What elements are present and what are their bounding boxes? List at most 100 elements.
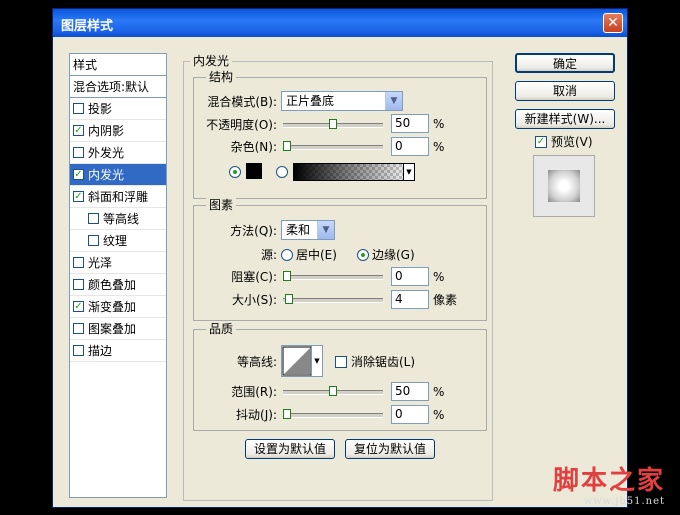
style-list-item[interactable]: 描边 [70, 340, 166, 362]
cancel-button[interactable]: 取消 [515, 81, 615, 101]
reset-default-button[interactable]: 复位为默认值 [345, 439, 435, 459]
noise-input[interactable]: 0 [391, 137, 429, 156]
style-list-item[interactable]: 投影 [70, 98, 166, 120]
style-checkbox[interactable] [73, 257, 84, 268]
size-unit: 像素 [433, 293, 458, 307]
noise-unit: % [433, 140, 445, 154]
choke-input[interactable]: 0 [391, 267, 429, 286]
choke-slider-thumb[interactable] [283, 271, 291, 281]
blend-mode-value: 正片叠底 [286, 94, 335, 108]
contour-label: 等高线: [236, 355, 277, 369]
source-center-label[interactable]: 居中(E) [296, 247, 337, 263]
preview-checkbox[interactable]: ✓ [535, 136, 547, 148]
style-list-header[interactable]: 样式 [70, 54, 166, 76]
size-input[interactable]: 4 [391, 290, 429, 309]
size-slider-thumb[interactable] [285, 294, 293, 304]
contour-picker[interactable]: ▼ [281, 345, 323, 377]
blend-options-item[interactable]: 混合选项:默认 [70, 76, 166, 98]
style-list-item[interactable]: ✓ 渐变叠加 [70, 296, 166, 318]
style-checkbox[interactable]: ✓ [73, 301, 84, 312]
style-list-item[interactable]: ✓ 斜面和浮雕 [70, 186, 166, 208]
style-checkbox[interactable] [73, 103, 84, 114]
style-list-item-label: 等高线 [103, 212, 140, 226]
solid-color-radio[interactable] [229, 166, 241, 178]
method-select[interactable]: 柔和 ▼ [281, 220, 335, 240]
jitter-slider-thumb[interactable] [283, 409, 291, 419]
style-list-item[interactable]: 光泽 [70, 252, 166, 274]
ok-button[interactable]: 确定 [515, 53, 615, 73]
glow-color-swatch[interactable] [246, 163, 262, 179]
style-checkbox[interactable]: ✓ [73, 169, 84, 180]
chevron-down-icon: ▼ [317, 221, 334, 239]
range-label: 范围(R): [231, 385, 277, 399]
choke-label: 阻塞(C): [231, 270, 277, 284]
style-checkbox[interactable]: ✓ [73, 125, 84, 136]
size-label: 大小(S): [231, 293, 277, 307]
antialias-label[interactable]: 消除锯齿(L) [351, 354, 415, 370]
style-list-item[interactable]: ✓ 内发光 [70, 164, 166, 186]
choke-unit: % [433, 270, 445, 284]
opacity-slider-thumb[interactable] [329, 119, 337, 129]
new-style-button[interactable]: 新建样式(W)... [515, 109, 615, 129]
close-button[interactable]: ✕ [603, 13, 623, 33]
jitter-label: 抖动(J): [236, 408, 277, 422]
source-edge-label[interactable]: 边缘(G) [372, 247, 415, 263]
style-preview [533, 155, 595, 217]
title-bar[interactable]: 图层样式 ✕ [53, 9, 627, 37]
range-slider-thumb[interactable] [329, 386, 337, 396]
opacity-unit: % [433, 117, 445, 131]
style-checkbox[interactable] [88, 213, 99, 224]
opacity-label: 不透明度(O): [206, 118, 277, 132]
watermark: 脚本之家 www.jb51.net [553, 466, 665, 507]
style-list-item-label: 外发光 [88, 146, 125, 160]
style-list-item[interactable]: 纹理 [70, 230, 166, 252]
panel-title: 内发光 [190, 54, 233, 68]
noise-label: 杂色(N): [230, 140, 277, 154]
quality-legend: 品质 [206, 322, 237, 336]
style-list-item[interactable]: ✓ 内阴影 [70, 120, 166, 142]
range-input[interactable]: 50 [391, 382, 429, 401]
watermark-logo-text: 脚本之家 [553, 466, 666, 496]
watermark-url: www.jb51.net [583, 496, 666, 507]
noise-slider-thumb[interactable] [283, 141, 291, 151]
make-default-button[interactable]: 设置为默认值 [245, 439, 335, 459]
jitter-slider-track[interactable] [283, 413, 383, 418]
style-checkbox[interactable] [73, 147, 84, 158]
style-checkbox[interactable] [73, 345, 84, 356]
source-label: 源: [260, 248, 277, 262]
choke-slider-track[interactable] [283, 275, 383, 280]
jitter-unit: % [433, 408, 445, 422]
gradient-picker[interactable]: ▼ [293, 163, 415, 181]
source-center-radio[interactable] [281, 249, 293, 261]
gradient-radio[interactable] [276, 166, 288, 178]
chevron-down-icon: ▼ [403, 164, 414, 180]
method-label: 方法(Q): [230, 224, 277, 238]
style-list: 样式 混合选项:默认 投影 ✓ 内阴影外发光 ✓ 内发光 ✓ 斜面和浮雕等高线纹理光泽颜色叠… [69, 53, 167, 498]
style-list-item[interactable]: 外发光 [70, 142, 166, 164]
style-list-item[interactable]: 颜色叠加 [70, 274, 166, 296]
method-value: 柔和 [286, 223, 311, 237]
structure-legend: 结构 [206, 70, 237, 84]
style-list-item-label: 图案叠加 [88, 322, 137, 336]
preview-swatch [548, 170, 580, 202]
source-edge-radio[interactable] [357, 249, 369, 261]
jitter-input[interactable]: 0 [391, 405, 429, 424]
style-list-item-label: 光泽 [88, 256, 113, 270]
style-list-item-label: 内发光 [88, 168, 125, 182]
style-checkbox[interactable] [88, 235, 99, 246]
style-checkbox[interactable]: ✓ [73, 191, 84, 202]
preview-label[interactable]: 预览(V) [551, 134, 593, 150]
window-title: 图层样式 [61, 19, 114, 34]
style-list-item[interactable]: 图案叠加 [70, 318, 166, 340]
chevron-down-icon: ▼ [385, 92, 402, 110]
antialias-checkbox[interactable] [335, 356, 347, 368]
blend-mode-label: 混合模式(B): [207, 95, 277, 109]
style-checkbox[interactable] [73, 279, 84, 290]
style-list-item[interactable]: 等高线 [70, 208, 166, 230]
size-slider-track[interactable] [283, 298, 383, 303]
blend-mode-select[interactable]: 正片叠底 ▼ [281, 91, 403, 111]
style-checkbox[interactable] [73, 323, 84, 334]
range-unit: % [433, 385, 445, 399]
opacity-input[interactable]: 50 [391, 114, 429, 133]
noise-slider-track[interactable] [283, 145, 383, 150]
